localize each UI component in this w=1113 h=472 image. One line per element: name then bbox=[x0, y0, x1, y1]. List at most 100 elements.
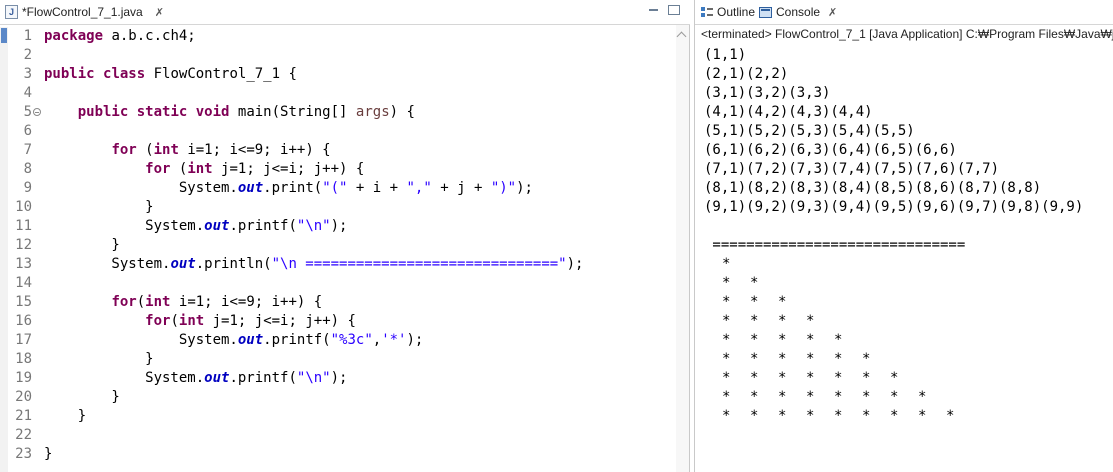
output-star: * bbox=[806, 351, 815, 367]
code-text: public class FlowControl_7_1 { bbox=[44, 66, 297, 82]
editor-tab[interactable]: J *FlowControl_7_1.java ✗ bbox=[0, 0, 170, 24]
output-star: * bbox=[778, 294, 787, 310]
code-text: System.out.printf("\n"); bbox=[44, 218, 348, 234]
code-text: System.out.println("\n =================… bbox=[44, 256, 584, 272]
output-star: * bbox=[834, 332, 843, 348]
tab-close-icon[interactable]: ✗ bbox=[155, 6, 164, 19]
output-star-row: * * * * * * bbox=[722, 350, 890, 369]
line-number: 22 bbox=[15, 427, 32, 443]
output-star: * bbox=[834, 370, 843, 386]
output-star: * bbox=[862, 389, 871, 405]
output-star: * bbox=[722, 408, 731, 424]
editor-vertical-scrollbar[interactable] bbox=[676, 25, 689, 472]
output-star: * bbox=[890, 370, 899, 386]
console-status: <terminated> FlowControl_7_1 [Java Appli… bbox=[701, 27, 1113, 41]
code-text: for (int i=1; i<=9; i++) { bbox=[111, 142, 331, 158]
console-pane: Outline Console ✗ <terminated> FlowContr… bbox=[694, 0, 1113, 472]
output-pair-line: (7,1)(7,2)(7,3)(7,4)(7,5)(7,6)(7,7) bbox=[704, 161, 1000, 177]
line-number: 2 bbox=[23, 47, 32, 63]
console-close-icon[interactable]: ✗ bbox=[828, 6, 837, 19]
minimize-icon[interactable] bbox=[648, 5, 660, 15]
output-star: * bbox=[722, 351, 731, 367]
output-star: * bbox=[750, 370, 759, 386]
output-separator: ============================== bbox=[704, 237, 966, 253]
output-star-row: * * * * * * * bbox=[722, 369, 918, 388]
output-star: * bbox=[722, 332, 731, 348]
tab-outline[interactable]: Outline bbox=[701, 0, 755, 24]
code-editor[interactable]: 1 package a.b.c.ch4; 2 3 public class FlowCo… bbox=[0, 27, 676, 472]
outline-icon bbox=[701, 6, 713, 18]
output-star: * bbox=[722, 389, 731, 405]
output-star: * bbox=[946, 408, 955, 424]
output-star: * bbox=[778, 332, 787, 348]
line-number: 7 bbox=[23, 142, 32, 158]
output-star: * bbox=[862, 370, 871, 386]
editor-pane: J *FlowControl_7_1.java ✗ 1 package a.b.c… bbox=[0, 0, 690, 472]
output-star: * bbox=[918, 408, 927, 424]
output-star: * bbox=[806, 370, 815, 386]
tab-console[interactable]: Console ✗ bbox=[759, 0, 838, 24]
output-pair-line: (8,1)(8,2)(8,3)(8,4)(8,5)(8,6)(8,7)(8,8) bbox=[704, 180, 1042, 196]
line-number: 5 bbox=[23, 104, 32, 120]
line-number: 9 bbox=[23, 180, 32, 196]
output-star: * bbox=[722, 256, 731, 272]
output-star: * bbox=[890, 408, 899, 424]
console-icon bbox=[759, 6, 772, 18]
output-star: * bbox=[834, 408, 843, 424]
code-text: } bbox=[44, 446, 53, 462]
code-text: } bbox=[44, 408, 87, 424]
maximize-icon[interactable] bbox=[668, 5, 680, 15]
code-text: package a.b.c.ch4; bbox=[44, 28, 196, 44]
console-tab-bar: Outline Console ✗ bbox=[695, 0, 1113, 25]
output-star: * bbox=[834, 351, 843, 367]
output-star: * bbox=[834, 389, 843, 405]
code-text: System.out.printf("%3c",'*'); bbox=[44, 332, 424, 348]
output-star: * bbox=[806, 313, 815, 329]
output-star: * bbox=[862, 351, 871, 367]
output-star: * bbox=[778, 389, 787, 405]
output-pair-line: (1,1) bbox=[704, 47, 747, 63]
line-number: 8 bbox=[23, 161, 32, 177]
output-pair-line: (6,1)(6,2)(6,3)(6,4)(6,5)(6,6) bbox=[704, 142, 957, 158]
code-text: } bbox=[44, 237, 120, 253]
output-star: * bbox=[750, 332, 759, 348]
output-star-row: * * * * * * * * * bbox=[722, 407, 974, 426]
line-number: 3 bbox=[23, 66, 32, 82]
output-pair-line: (3,1)(3,2)(3,3) bbox=[704, 85, 831, 101]
editor-tab-bar: J *FlowControl_7_1.java ✗ bbox=[0, 0, 690, 25]
tab-outline-label: Outline bbox=[717, 5, 756, 19]
output-star: * bbox=[806, 408, 815, 424]
output-star: * bbox=[722, 275, 731, 291]
code-text: System.out.print("(" + i + "," + j + ")"… bbox=[44, 180, 533, 196]
output-pair-line: (5,1)(5,2)(5,3)(5,4)(5,5) bbox=[704, 123, 915, 139]
line-number: 20 bbox=[15, 389, 32, 405]
line-number: 6 bbox=[23, 123, 32, 139]
code-text: for(int i=1; i<=9; i++) { bbox=[111, 294, 323, 310]
output-star: * bbox=[862, 408, 871, 424]
scroll-up-icon[interactable] bbox=[678, 31, 686, 39]
code-text: } bbox=[44, 351, 154, 367]
output-star: * bbox=[778, 370, 787, 386]
line-number: 14 bbox=[15, 275, 32, 291]
line-number: 18 bbox=[15, 351, 32, 367]
tab-console-label: Console bbox=[776, 5, 821, 19]
line-number: 17 bbox=[15, 332, 32, 348]
line-number: 23 bbox=[15, 446, 32, 462]
fold-collapse-icon[interactable] bbox=[33, 108, 41, 116]
line-number: 11 bbox=[15, 218, 32, 234]
output-star-row: * bbox=[722, 255, 750, 274]
line-number: 15 bbox=[15, 294, 32, 310]
output-star: * bbox=[778, 351, 787, 367]
output-star: * bbox=[890, 389, 899, 405]
output-star: * bbox=[750, 408, 759, 424]
code-text: } bbox=[44, 389, 120, 405]
code-text: public static void main(String[] args) { bbox=[77, 104, 415, 120]
line-number: 13 bbox=[15, 256, 32, 272]
output-star: * bbox=[750, 275, 759, 291]
output-star: * bbox=[722, 370, 731, 386]
output-star: * bbox=[750, 389, 759, 405]
output-star-row: * * * bbox=[722, 293, 806, 312]
line-number: 12 bbox=[15, 237, 32, 253]
java-file-icon: J bbox=[5, 5, 18, 19]
output-star: * bbox=[778, 408, 787, 424]
